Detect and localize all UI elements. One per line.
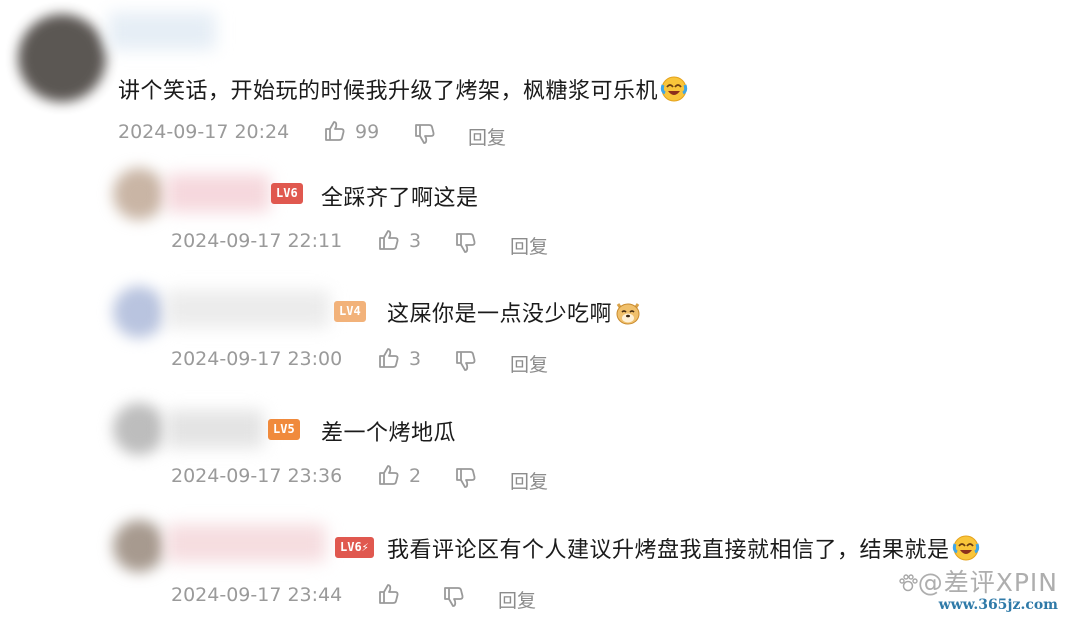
avatar[interactable] [113, 286, 165, 338]
username[interactable] [166, 290, 330, 328]
comment-section: 讲个笑话，开始玩的时候我升级了烤架，枫糖浆可乐机 2024-09-17 20:2… [0, 0, 1080, 627]
reply-button[interactable]: 回复 [498, 586, 536, 613]
reply-text: 全踩齐了啊这是 [321, 186, 479, 211]
reply-button[interactable]: 回复 [468, 123, 506, 150]
comment-timestamp: 2024-09-17 23:36 [171, 465, 343, 487]
username[interactable] [166, 410, 264, 448]
level-badge: LV6⚡ [335, 537, 374, 558]
paw-icon [899, 574, 918, 592]
comment-timestamp: 2024-09-17 20:24 [118, 121, 290, 143]
level-badge: LV5 [268, 419, 300, 440]
thumbs-down-icon[interactable] [412, 121, 438, 147]
thumbs-down-icon[interactable] [453, 465, 479, 491]
crying-laughing-emoji-icon [952, 535, 979, 561]
watermark-url: www.365jz.com [938, 597, 1058, 613]
comment-timestamp: 2024-09-17 22:11 [171, 230, 343, 252]
username[interactable] [166, 174, 270, 212]
like-count: 99 [355, 121, 380, 143]
watermark: @差评XPIN www.365jz.com [898, 563, 1058, 613]
thumbs-down-icon[interactable] [453, 348, 479, 374]
like-count: 3 [409, 230, 422, 252]
level-badge: LV4 [334, 301, 366, 322]
level-badge: LV6 [271, 183, 303, 204]
thumbs-up-icon[interactable] [376, 345, 402, 371]
main-comment-text: 讲个笑话，开始玩的时候我升级了烤架，枫糖浆可乐机 [118, 73, 688, 105]
thumbs-down-icon[interactable] [441, 584, 467, 610]
username[interactable] [166, 524, 326, 562]
avatar[interactable] [113, 168, 165, 220]
reply-button[interactable]: 回复 [510, 232, 548, 259]
avatar[interactable] [113, 520, 165, 572]
like-count: 3 [409, 348, 422, 370]
reply-text: 差一个烤地瓜 [321, 421, 457, 446]
avatar[interactable] [18, 14, 106, 102]
avatar[interactable] [113, 403, 165, 455]
thumbs-up-icon[interactable] [322, 118, 348, 144]
reply-button[interactable]: 回复 [510, 350, 548, 377]
reply-text: 我看评论区有个人建议升烤盘我直接就相信了，结果就是 [387, 532, 980, 564]
crying-laughing-emoji-icon [660, 76, 688, 102]
thumbs-up-icon[interactable] [376, 581, 402, 607]
thumbs-down-icon[interactable] [453, 230, 479, 256]
doge-emoji-icon [616, 303, 640, 325]
reply-text: 这屎你是一点没少吃啊 [387, 296, 642, 328]
like-count: 2 [409, 465, 422, 487]
comment-timestamp: 2024-09-17 23:44 [171, 584, 343, 606]
watermark-brand: @差评XPIN [898, 563, 1058, 599]
username[interactable] [108, 12, 216, 50]
thumbs-up-icon[interactable] [376, 462, 402, 488]
comment-timestamp: 2024-09-17 23:00 [171, 348, 343, 370]
reply-button[interactable]: 回复 [510, 467, 548, 494]
thumbs-up-icon[interactable] [376, 227, 402, 253]
